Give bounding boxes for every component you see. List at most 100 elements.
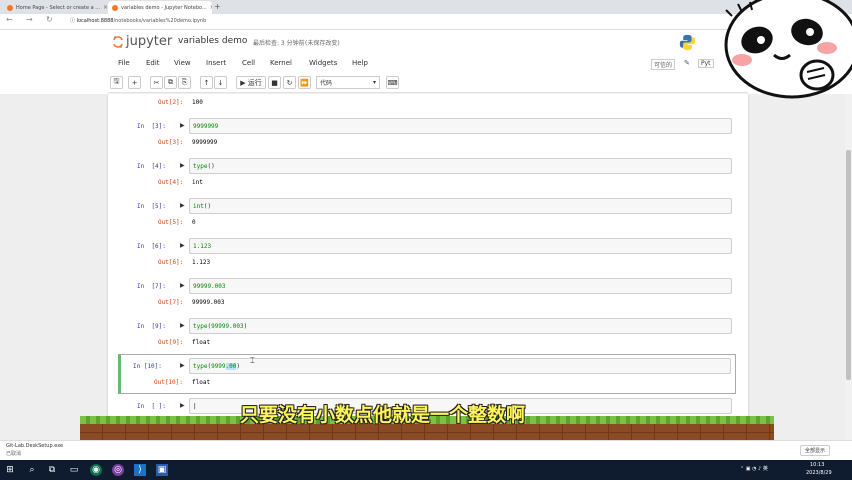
cell-out-prompt: Out[10]: [154, 379, 183, 386]
code-token: 9999 [211, 363, 226, 370]
cell-in-prompt: In [4]: [137, 163, 166, 170]
task-view-icon[interactable]: ⧉ [46, 464, 58, 476]
app-icon[interactable]: ◎ [112, 464, 124, 476]
stop-button[interactable]: ■ [268, 76, 281, 89]
jupyter-logo-text[interactable]: jupyter [126, 34, 172, 49]
code-token: ) [236, 363, 240, 370]
code-token: ) [243, 323, 248, 330]
text-caret: | [193, 403, 197, 410]
move-down-button[interactable]: ↓ [214, 76, 227, 89]
menu-item-edit[interactable]: Edit [146, 59, 160, 67]
restart-run-all-button[interactable]: ⏩ [298, 76, 311, 89]
menu-item-view[interactable]: View [174, 59, 191, 67]
cell-in-prompt: In [3]: [137, 123, 166, 130]
code-token: 1.123 [193, 243, 212, 250]
run-cell-icon[interactable]: ▶ [180, 362, 185, 369]
code-token: type [193, 163, 208, 170]
pycharm-icon[interactable]: ▣ [156, 464, 168, 476]
cell-in-prompt: In [9]: [137, 323, 166, 330]
cell-in-prompt: In [7]: [137, 283, 166, 290]
code-token: 9999999 [193, 123, 219, 130]
mouse-cursor-icon: ⌶ [250, 356, 255, 365]
run-button[interactable]: ▶ 运行 [236, 76, 266, 89]
cell-out-prompt: Out[7]: [158, 299, 184, 306]
browser-tab[interactable]: variables demo - Jupyter Notebo...× [108, 1, 212, 14]
menu-item-cell[interactable]: Cell [242, 59, 255, 67]
code-input[interactable]: type() [189, 158, 732, 174]
menu-item-insert[interactable]: Insert [206, 59, 226, 67]
code-input[interactable]: 99999.003 [189, 278, 732, 294]
tab-favicon-icon [112, 4, 118, 11]
run-cell-icon[interactable]: ▶ [180, 402, 185, 409]
cell-output: 99999.003 [192, 299, 225, 306]
cell-out-prompt: Out[4]: [158, 179, 184, 186]
move-up-button[interactable]: ↑ [200, 76, 213, 89]
code-input[interactable]: type(99999.003) [189, 318, 732, 334]
new-tab-button[interactable]: + [214, 2, 221, 11]
close-tab-icon[interactable]: × [103, 4, 107, 11]
cell-output: float [192, 379, 211, 386]
code-input[interactable]: int() [189, 198, 732, 214]
code-token: () [207, 163, 215, 170]
url-field[interactable]: ⓘ localhost:8888/notebooks/variables%20d… [70, 17, 206, 24]
download-bar [0, 440, 852, 460]
vscode-icon[interactable]: ⟩ [134, 464, 146, 476]
cell-output: 0 [192, 219, 196, 226]
close-tab-icon[interactable]: × [210, 4, 212, 11]
url-host: localhost:8888 [76, 18, 114, 24]
add-cell-button[interactable]: + [128, 76, 141, 89]
windows-start-icon[interactable]: ⊞ [4, 464, 16, 476]
search-icon[interactable]: ⌕ [26, 464, 38, 476]
menu-item-file[interactable]: File [118, 59, 130, 67]
code-input[interactable]: 1.123 [189, 238, 732, 254]
menu-item-kernel[interactable]: Kernel [270, 59, 292, 67]
run-cell-icon[interactable]: ▶ [180, 242, 185, 249]
lock-icon: ⓘ [70, 18, 77, 24]
clock-date[interactable]: 2023/8/29 [806, 470, 832, 476]
keyboard-shortcuts-button[interactable]: ⌨ [386, 76, 399, 89]
cell-output: 100 [192, 99, 203, 106]
run-cell-icon[interactable]: ▶ [180, 162, 185, 169]
edit-pencil-icon[interactable]: ✎ [684, 59, 690, 67]
cell-in-prompt: In [6]: [137, 243, 166, 250]
url-path: /notebooks/variables%20demo.ipynb [113, 18, 207, 24]
cell-out-prompt: Out[6]: [158, 259, 184, 266]
cell-out-prompt: Out[9]: [158, 339, 184, 346]
cell-out-prompt: Out[3]: [158, 139, 184, 146]
code-input[interactable]: 9999999 [189, 118, 732, 134]
tab-label: variables demo - Jupyter Notebo... [121, 4, 207, 11]
system-tray[interactable]: ⌃ ▣ ◔ ♪ 英 [740, 465, 768, 472]
save-button[interactable]: 🖫 [110, 76, 123, 89]
run-cell-icon[interactable]: ▶ [180, 122, 185, 129]
copy-button[interactable]: ⧉ [164, 76, 177, 89]
notebook-name[interactable]: variables demo [178, 36, 247, 46]
run-cell-icon[interactable]: ▶ [180, 282, 185, 289]
menu-item-widgets[interactable]: Widgets [309, 59, 337, 67]
browser-tab[interactable]: Home Page - Select or create a ... × [3, 1, 107, 14]
cell-out-prompt: Out[5]: [158, 219, 184, 226]
menu-item-help[interactable]: Help [352, 59, 368, 67]
reload-icon[interactable]: ↻ [46, 15, 53, 24]
restart-button[interactable]: ↻ [283, 76, 296, 89]
run-cell-icon[interactable]: ▶ [180, 322, 185, 329]
jupyter-logo-icon[interactable] [113, 35, 123, 49]
paste-button[interactable]: ⎘ [178, 76, 191, 89]
scrollbar-thumb[interactable] [846, 150, 851, 380]
cut-button[interactable]: ✂ [150, 76, 163, 89]
code-token: type [193, 363, 208, 370]
clock-time[interactable]: 10:13 [810, 462, 824, 468]
code-input[interactable]: type(9999.00) [189, 358, 731, 374]
back-arrow-icon[interactable]: ← [6, 15, 13, 24]
tab-favicon-icon [7, 4, 13, 11]
run-cell-icon[interactable]: ▶ [180, 202, 185, 209]
cell-in-prompt: In [5]: [137, 203, 166, 210]
trusted-badge[interactable]: 可信的 [651, 59, 676, 70]
file-explorer-icon[interactable]: ▭ [68, 464, 80, 476]
forward-arrow-icon[interactable]: → [26, 15, 33, 24]
download-file-name[interactable]: Git-Lab.DeskSetup.exe [6, 443, 63, 449]
code-token: type [193, 323, 208, 330]
cell-type-select[interactable]: 代码 ▾ [316, 76, 380, 89]
show-all-downloads-button[interactable]: 全部显示 [800, 445, 831, 456]
browser-icon[interactable]: ◉ [90, 464, 102, 476]
download-status: 已取消 [6, 451, 22, 457]
